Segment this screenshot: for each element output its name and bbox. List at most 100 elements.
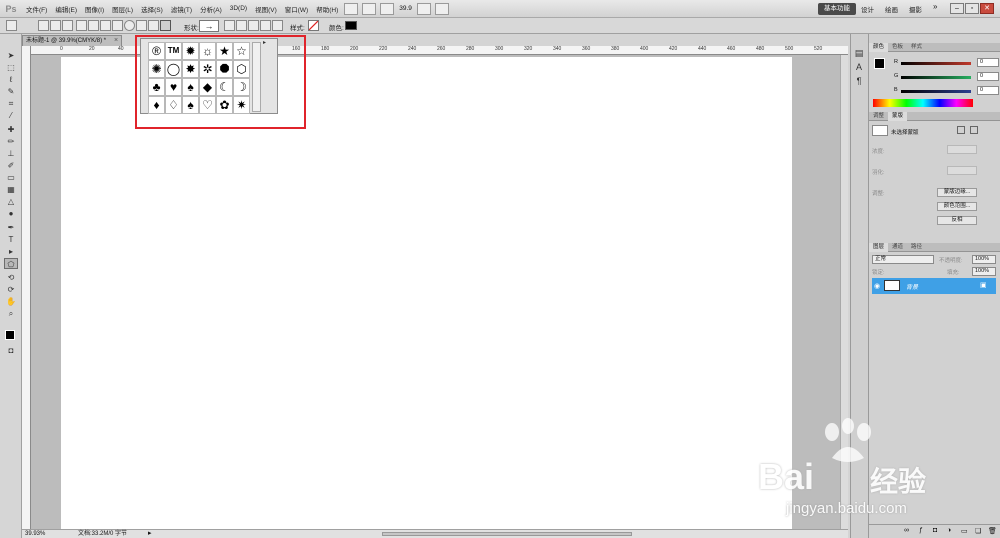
rectangle-tool-icon[interactable] [100,20,111,31]
vector-mask-icon[interactable] [970,126,978,134]
mask-edge-button[interactable]: 蒙版边缘... [937,188,977,197]
blend-mode-select[interactable]: 正常 [872,255,934,264]
subtract-shape-area-icon[interactable] [248,20,259,31]
add-shape-area-icon[interactable] [236,20,247,31]
color-range-button[interactable]: 颜色范围... [937,202,977,211]
pixel-mask-icon[interactable] [957,126,965,134]
arrange-documents-button[interactable] [416,2,431,15]
view-extras-button[interactable] [380,2,395,15]
red-value[interactable]: 0 [977,58,999,67]
tab-color[interactable]: 颜色 [869,43,889,52]
status-menu-icon[interactable]: ▸ [148,530,152,538]
workspace-photography-link[interactable]: 摄影 [909,4,922,14]
tab-channels[interactable]: 通道 [888,243,907,252]
minimize-icon[interactable]: – [950,3,964,14]
restore-icon[interactable]: ▫ [965,3,979,14]
document-tab[interactable]: 未标题-1 @ 39.9%(CMYK/8) * [22,35,122,46]
shape-layers-icon[interactable] [38,20,49,31]
feather-field[interactable] [947,166,977,175]
freeform-pen-icon[interactable] [88,20,99,31]
exclude-shape-area-icon[interactable] [272,20,283,31]
density-field[interactable] [947,145,977,154]
menu-edit[interactable]: 编辑(E) [51,4,81,14]
add-mask-icon[interactable]: ◘ [933,527,937,534]
quick-mask-icon[interactable]: ◘ [4,345,18,356]
new-shape-layer-icon[interactable] [224,20,235,31]
blue-slider[interactable]: B 0 [894,86,999,95]
shape-preview-button[interactable]: → [199,20,219,32]
adjustment-layer-icon[interactable]: ◑ [947,527,951,534]
intersect-shape-area-icon[interactable] [260,20,271,31]
link-layers-icon[interactable]: ∞ [904,527,909,534]
blue-value[interactable]: 0 [977,86,999,95]
red-slider[interactable]: R 0 [894,58,999,67]
menu-filter[interactable]: 滤镜(T) [167,4,196,14]
workspace-more-button[interactable]: » [933,2,937,11]
fill-field[interactable]: 100% [972,267,996,276]
shape-color-swatch[interactable] [345,21,357,30]
visibility-eye-icon[interactable]: ◉ [874,282,880,290]
screen-mode-button[interactable] [434,2,449,15]
history-brush-tool-icon[interactable]: ✐ [4,160,18,171]
move-tool-icon[interactable]: ➤ [4,50,18,61]
3d-orbit-tool-icon[interactable]: ⟳ [4,284,18,295]
green-slider[interactable]: G 0 [894,72,999,81]
layer-style-icon[interactable]: ƒ [919,527,923,534]
clone-stamp-tool-icon[interactable]: ⊥ [4,148,18,159]
tool-preset-icon[interactable] [6,20,17,31]
crop-tool-icon[interactable]: ⌗ [4,98,18,109]
opacity-field[interactable]: 100% [972,255,996,264]
pen-tool-icon[interactable] [76,20,87,31]
fill-pixels-icon[interactable] [62,20,73,31]
layer-row-background[interactable]: ◉ 背景 ▣ [872,278,996,294]
hand-tool-icon[interactable]: ✋ [4,296,18,307]
menu-image[interactable]: 图像(I) [81,4,108,14]
tab-adjustments[interactable]: 调整 [869,112,888,121]
style-none-swatch[interactable] [308,20,319,31]
eyedropper-tool-icon[interactable]: ⁄ [4,110,18,121]
dodge-tool-icon[interactable]: ● [4,208,18,219]
close-icon[interactable]: ✕ [980,3,994,14]
character-panel-icon[interactable]: A [853,62,865,74]
menu-help[interactable]: 帮助(H) [312,4,342,14]
custom-shape-tool-icon[interactable] [160,20,171,31]
polygon-tool-icon[interactable] [136,20,147,31]
pen-tool-icon-2[interactable]: ✒ [4,222,18,233]
tab-styles[interactable]: 样式 [907,43,926,52]
workspace-essentials-button[interactable]: 基本功能 [818,3,856,15]
zoom-tool-icon[interactable]: ⌕ [4,308,18,319]
3d-rotate-tool-icon[interactable]: ⟲ [4,272,18,283]
menu-3d[interactable]: 3D(D) [226,5,251,12]
workspace-painting-link[interactable]: 绘画 [885,4,898,14]
lasso-tool-icon[interactable]: ℓ [4,74,18,85]
healing-brush-tool-icon[interactable]: ✚ [4,124,18,135]
type-tool-icon[interactable]: T [4,234,18,245]
tab-masks[interactable]: 蒙版 [888,112,908,121]
marquee-tool-icon[interactable]: ⬚ [4,62,18,73]
workspace-design-link[interactable]: 设计 [861,4,874,14]
document-close-icon[interactable]: × [114,37,118,44]
foreground-color-swatch[interactable] [5,330,15,340]
menu-select[interactable]: 选择(S) [137,4,167,14]
blur-tool-icon[interactable]: △ [4,196,18,207]
color-spectrum[interactable] [873,99,973,107]
menu-layer[interactable]: 图层(L) [108,4,137,14]
tab-layers[interactable]: 图层 [869,243,889,252]
path-select-tool-icon[interactable]: ▸ [4,246,18,257]
menu-file[interactable]: 文件(F) [22,4,51,14]
brush-tool-icon[interactable]: ✏ [4,136,18,147]
delete-layer-icon[interactable]: 🗑 [988,527,997,535]
tab-paths[interactable]: 路径 [907,243,926,252]
bridge-button[interactable] [344,2,359,15]
tab-swatches[interactable]: 色板 [888,43,907,52]
history-panel-icon[interactable]: ▤ [853,48,865,60]
horizontal-scrollbar[interactable] [382,532,632,536]
line-tool-icon[interactable] [148,20,159,31]
green-value[interactable]: 0 [977,72,999,81]
new-group-icon[interactable]: ▭ [961,527,968,535]
menu-analysis[interactable]: 分析(A) [196,4,226,14]
status-zoom[interactable]: 39.93% [25,530,45,538]
quick-select-tool-icon[interactable]: ✎ [4,86,18,97]
gradient-tool-icon[interactable]: ▦ [4,184,18,195]
custom-shape-tool-active-icon[interactable]: ⬠ [4,258,18,269]
